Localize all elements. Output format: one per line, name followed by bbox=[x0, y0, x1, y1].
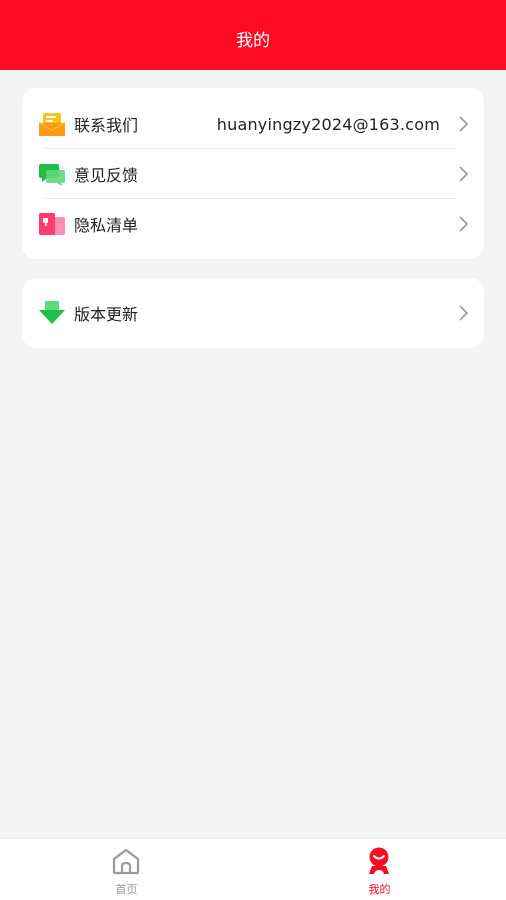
menu-item-feedback[interactable]: 意见反馈 bbox=[22, 149, 484, 199]
chevron-right-icon bbox=[459, 216, 469, 232]
download-update-icon bbox=[39, 301, 65, 324]
tab-home[interactable]: 首页 bbox=[0, 839, 253, 900]
tab-label: 首页 bbox=[115, 883, 138, 896]
menu-item-version-update[interactable]: 版本更新 bbox=[22, 288, 484, 338]
menu-item-label: 版本更新 bbox=[74, 305, 139, 324]
feedback-chat-icon bbox=[39, 164, 65, 186]
profile-face-icon bbox=[369, 847, 389, 874]
menu-item-label: 联系我们 bbox=[74, 116, 139, 135]
settings-card-version: 版本更新 bbox=[22, 278, 484, 348]
contact-mail-icon bbox=[38, 113, 66, 136]
home-icon bbox=[112, 848, 140, 875]
menu-item-label: 隐私清单 bbox=[74, 216, 139, 235]
settings-card-main: 联系我们 huanyingzy2024@163.com 意见反馈 隐私清单 bbox=[22, 88, 484, 259]
tab-mine[interactable]: 我的 bbox=[253, 839, 506, 900]
chevron-right-icon bbox=[459, 305, 469, 321]
menu-item-privacy-list[interactable]: 隐私清单 bbox=[22, 199, 484, 249]
chevron-right-icon bbox=[459, 116, 469, 132]
contact-email-value: huanyingzy2024@163.com bbox=[216, 114, 440, 134]
top-header: 我的 bbox=[0, 0, 506, 70]
chevron-right-icon bbox=[459, 166, 469, 182]
menu-item-contact-us[interactable]: 联系我们 huanyingzy2024@163.com bbox=[22, 99, 484, 149]
privacy-list-icon bbox=[39, 213, 65, 235]
bottom-tab-bar: 首页 我的 bbox=[0, 838, 506, 900]
page-title: 我的 bbox=[236, 30, 270, 51]
menu-item-label: 意见反馈 bbox=[74, 166, 139, 185]
tab-label: 我的 bbox=[368, 883, 391, 896]
